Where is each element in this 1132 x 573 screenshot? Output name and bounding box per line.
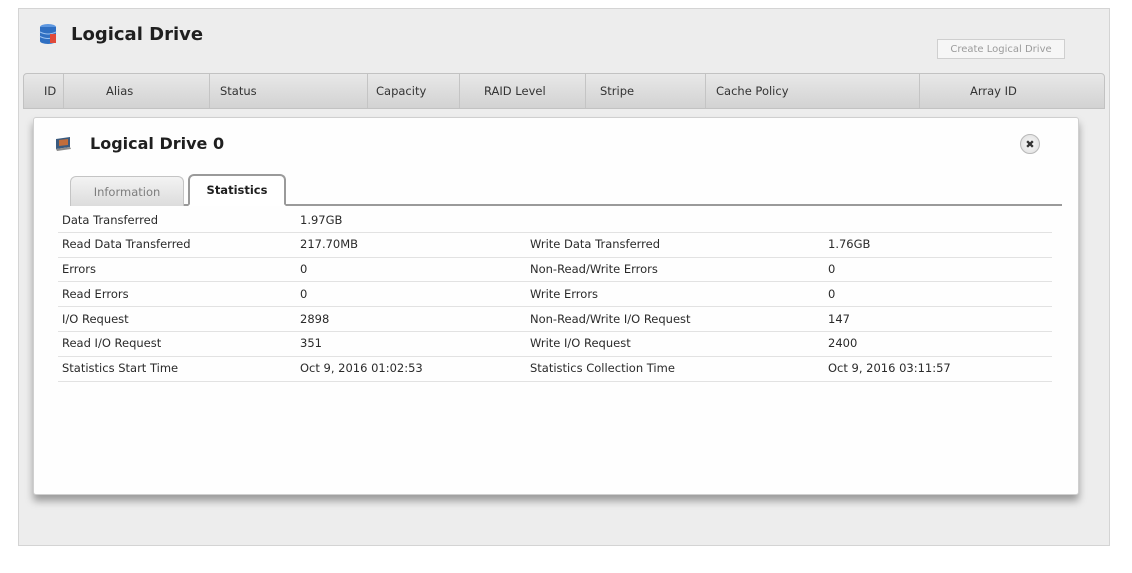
column-header-cache-policy[interactable]: Cache Policy xyxy=(704,74,920,108)
column-header-stripe[interactable]: Stripe xyxy=(586,74,706,108)
table-row: Statistics Start Time Oct 9, 2016 01:02:… xyxy=(58,357,1052,382)
database-icon xyxy=(39,24,57,44)
column-header-id[interactable]: ID xyxy=(24,74,64,108)
close-icon[interactable]: ✖ xyxy=(1020,134,1040,154)
stat-value: 0 xyxy=(828,262,836,277)
stat-value: 2400 xyxy=(828,336,858,351)
page-title: Logical Drive xyxy=(71,23,204,45)
table-row: Data Transferred 1.97GB xyxy=(58,208,1052,233)
stat-value: 0 xyxy=(300,262,308,277)
statistics-table: Data Transferred 1.97GB Read Data Transf… xyxy=(58,208,1052,382)
stat-label: Errors xyxy=(62,262,97,277)
logical-drive-table-header: ID Alias Status Capacity RAID Level Stri… xyxy=(23,73,1105,109)
stat-label: Statistics Collection Time xyxy=(530,361,675,376)
stat-value: 1.97GB xyxy=(300,212,343,227)
stat-value: 217.70MB xyxy=(300,237,359,252)
stat-value: Oct 9, 2016 03:11:57 xyxy=(828,361,951,376)
logical-drive-icon xyxy=(56,136,71,151)
dialog-header: Logical Drive 0 xyxy=(54,134,224,153)
dialog-title: Logical Drive 0 xyxy=(90,134,225,153)
stat-value: 0 xyxy=(828,286,836,301)
stat-label: Write Errors xyxy=(530,286,599,301)
stat-value: 147 xyxy=(828,311,850,326)
table-row: I/O Request 2898 Non-Read/Write I/O Requ… xyxy=(58,307,1052,332)
stat-value: Oct 9, 2016 01:02:53 xyxy=(300,361,423,376)
column-header-capacity[interactable]: Capacity xyxy=(360,74,460,108)
stat-value: 2898 xyxy=(300,311,330,326)
tab-statistics[interactable]: Statistics xyxy=(188,174,286,206)
stat-label: Read Errors xyxy=(62,286,129,301)
stat-label: Non-Read/Write I/O Request xyxy=(530,311,691,326)
dialog-tabs: Information Statistics xyxy=(70,172,1062,206)
stat-label: Statistics Start Time xyxy=(62,361,179,376)
logical-drive-details-dialog: Logical Drive 0 ✖ Information Statistics… xyxy=(33,117,1079,495)
create-logical-drive-button[interactable]: Create Logical Drive xyxy=(937,39,1065,59)
stat-value: 0 xyxy=(300,286,308,301)
table-row: Read Errors 0 Write Errors 0 xyxy=(58,282,1052,308)
table-row: Read I/O Request 351 Write I/O Request 2… xyxy=(58,332,1052,357)
stat-value: 351 xyxy=(300,336,322,351)
logical-drive-page: Logical Drive Create Logical Drive ID Al… xyxy=(18,8,1110,546)
column-header-alias[interactable]: Alias xyxy=(88,74,210,108)
table-row: Errors 0 Non-Read/Write Errors 0 xyxy=(58,258,1052,283)
stat-label: Read Data Transferred xyxy=(62,237,191,252)
table-row: Read Data Transferred 217.70MB Write Dat… xyxy=(58,233,1052,258)
stat-label: Write Data Transferred xyxy=(530,237,661,252)
stat-label: Write I/O Request xyxy=(530,336,631,351)
tab-information[interactable]: Information xyxy=(70,176,184,206)
stat-label: I/O Request xyxy=(62,311,129,326)
stat-label: Read I/O Request xyxy=(62,336,162,351)
stat-label: Data Transferred xyxy=(62,212,159,227)
column-header-raid-level[interactable]: RAID Level xyxy=(466,74,586,108)
page-header: Logical Drive xyxy=(39,23,203,45)
stat-label: Non-Read/Write Errors xyxy=(530,262,658,277)
stat-value: 1.76GB xyxy=(828,237,871,252)
column-header-array-id[interactable]: Array ID xyxy=(920,74,1100,108)
column-header-status[interactable]: Status xyxy=(202,74,368,108)
